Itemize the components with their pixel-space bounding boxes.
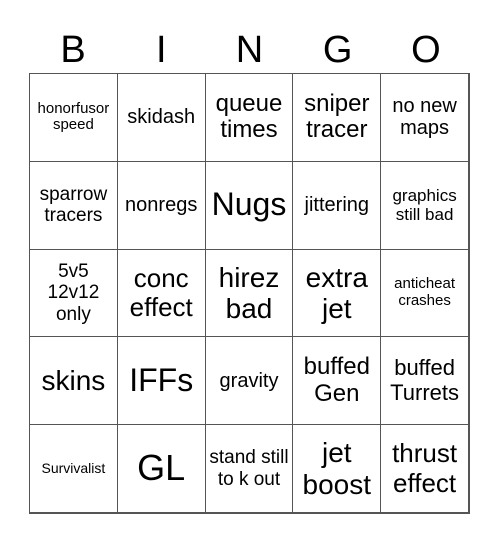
bingo-cell[interactable]: hirez bad (204, 248, 294, 338)
bingo-cell[interactable]: honorfusor speed (29, 73, 118, 162)
bingo-cell[interactable]: graphics still bad (380, 160, 469, 250)
bingo-cell[interactable]: sparrow tracers (29, 160, 118, 250)
header-letter-o: O (411, 29, 441, 71)
cell-text: 5v5 12v12 only (47, 261, 100, 325)
cell-text: gravity (219, 369, 279, 392)
bingo-cell[interactable]: jittering (292, 160, 382, 250)
cell-text: conc effect (129, 262, 193, 322)
cell-text: IFFs (129, 361, 194, 398)
bingo-cell[interactable]: skidash (116, 73, 206, 162)
cell-text: stand still to k out (209, 447, 289, 490)
bingo-cell[interactable]: queue times (204, 73, 294, 162)
cell-text: graphics still bad (392, 186, 457, 225)
cell-text: GL (137, 447, 186, 489)
cell-text: buffed Gen (303, 352, 370, 407)
header-letter-n: N (235, 29, 264, 71)
bingo-grid: honorfusor speed skidash queue times sni… (29, 73, 470, 514)
bingo-cell[interactable]: sniper tracer (292, 73, 382, 162)
cell-text: skins (41, 365, 106, 397)
cell-text: skidash (127, 106, 196, 129)
bingo-cell[interactable]: GL (116, 424, 206, 513)
header-letter-i: I (156, 29, 167, 71)
bingo-cell[interactable]: nonregs (116, 160, 206, 250)
cell-text: Nugs (211, 186, 287, 223)
cell-text: thrust effect (392, 438, 458, 498)
cell-text: anticheat crashes (394, 275, 456, 309)
cell-text: sniper tracer (304, 89, 370, 144)
cell-text: nonregs (125, 194, 198, 216)
bingo-cell[interactable]: 5v5 12v12 only (29, 248, 118, 338)
bingo-cell[interactable]: IFFs (116, 336, 206, 426)
bingo-cell[interactable]: skins (29, 336, 118, 426)
bingo-cell[interactable]: Nugs (204, 160, 294, 250)
bingo-cell[interactable]: Survivalist (29, 424, 118, 513)
bingo-cell[interactable]: anticheat crashes (380, 248, 469, 338)
cell-text: Survivalist (41, 459, 106, 476)
cell-text: no new maps (392, 95, 457, 140)
bingo-cell[interactable]: jet boost (292, 424, 382, 513)
cell-text: queue times (215, 89, 283, 144)
bingo-cell[interactable]: extra jet (292, 248, 382, 338)
cell-text: buffed Turrets (390, 355, 460, 405)
cell-text: jittering (304, 194, 370, 216)
header-letter-b: B (60, 29, 86, 71)
cell-text: extra jet (305, 261, 368, 324)
cell-text: sparrow tracers (39, 183, 108, 227)
bingo-cell[interactable]: no new maps (380, 73, 469, 162)
bingo-cell[interactable]: thrust effect (380, 424, 469, 513)
bingo-cell[interactable]: buffed Turrets (380, 336, 469, 426)
bingo-cell[interactable]: gravity (204, 336, 294, 426)
cell-text: hirez bad (218, 261, 280, 324)
cell-text: honorfusor speed (37, 99, 110, 134)
cell-text: jet boost (302, 437, 372, 500)
bingo-cell[interactable]: conc effect (116, 248, 206, 338)
bingo-cell[interactable]: buffed Gen (292, 336, 382, 426)
bingo-cell[interactable]: stand still to k out (204, 424, 294, 513)
bingo-header: B I N G O (29, 28, 470, 73)
header-letter-g: G (322, 29, 353, 71)
